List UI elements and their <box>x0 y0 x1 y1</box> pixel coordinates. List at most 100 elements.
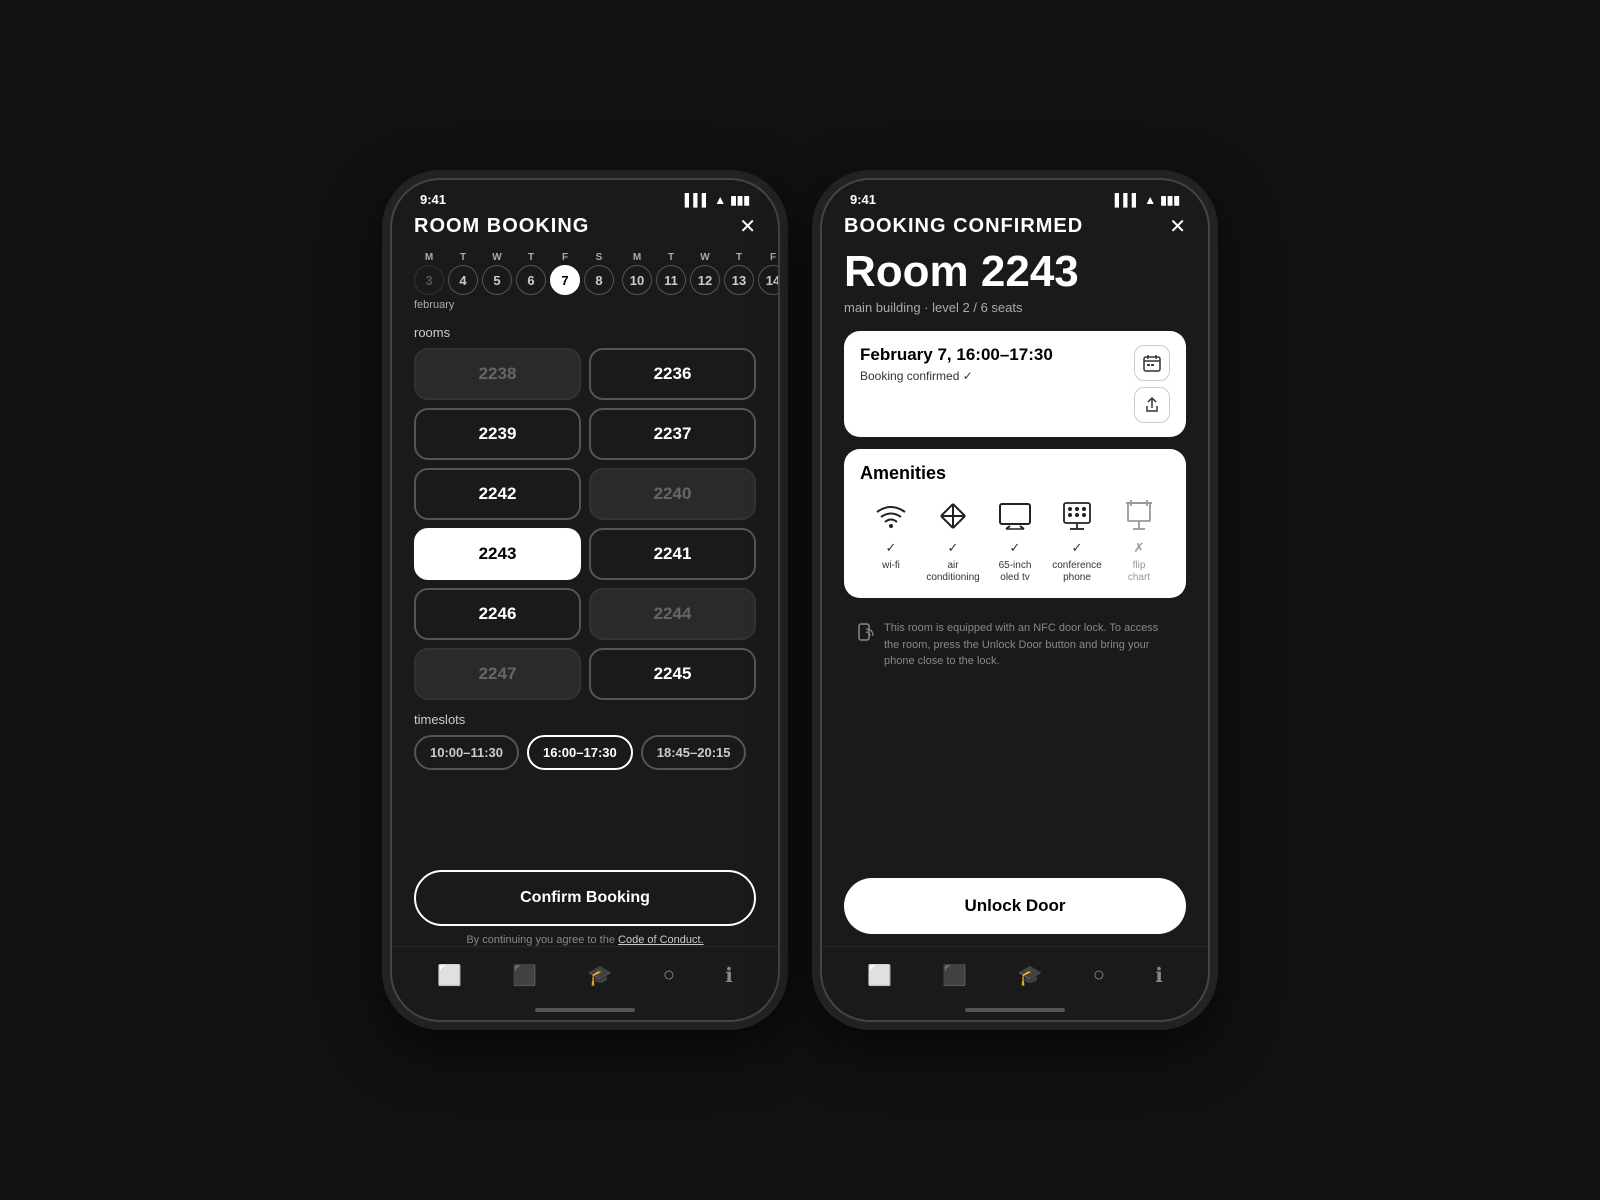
status-icons-1: ▌▌▌ ▲ ▮▮▮ <box>685 193 750 207</box>
bottom-nav-1: ⬜ ⬛ 🎓 ○ ℹ <box>392 946 778 1000</box>
amenities-card: Amenities ✓ wi-fi <box>844 449 1186 598</box>
bottom-nav-2: ⬜ ⬛ 🎓 ○ ℹ <box>822 946 1208 1000</box>
room-2243[interactable]: 2243 <box>414 528 581 580</box>
flipchart-label: flipchart <box>1128 560 1150 584</box>
spacer-2 <box>844 694 1186 878</box>
room-title: Room 2243 <box>844 248 1186 296</box>
close-button-1[interactable]: ✕ <box>739 217 756 237</box>
tv-check: ✓ <box>1010 540 1021 556</box>
ac-label: airconditioning <box>926 560 979 584</box>
cal-num-5[interactable]: 5 <box>482 265 512 295</box>
nav-cap-1[interactable]: 🎓 <box>582 957 619 994</box>
nav-browser-1[interactable]: ⬛ <box>506 957 543 994</box>
calendar-month: february <box>414 299 756 311</box>
tv-label: 65-incholed tv <box>999 560 1032 584</box>
room-2242[interactable]: 2242 <box>414 468 581 520</box>
booking-action-icons <box>1134 345 1170 423</box>
nfc-note: This room is equipped with an NFC door l… <box>844 610 1186 680</box>
home-bar-2 <box>965 1008 1065 1012</box>
room-2245[interactable]: 2245 <box>589 648 756 700</box>
cal-num-11[interactable]: 11 <box>656 265 686 295</box>
terms-link[interactable]: Code of Conduct. <box>618 934 704 946</box>
nav-square-1[interactable]: ⬜ <box>431 957 468 994</box>
ac-check: ✓ <box>948 540 959 556</box>
nav-check-1[interactable]: ○ <box>657 958 681 993</box>
cal-num-12[interactable]: 12 <box>690 265 720 295</box>
room-2241[interactable]: 2241 <box>589 528 756 580</box>
timeslot-1600[interactable]: 16:00–17:30 <box>527 735 633 770</box>
wifi-icon <box>875 496 907 536</box>
room-2240[interactable]: 2240 <box>589 468 756 520</box>
amenity-tv: ✓ 65-incholed tv <box>984 496 1046 584</box>
nav-info-1[interactable]: ℹ <box>719 957 739 994</box>
terms-text: By continuing you agree to the Code of C… <box>414 934 756 946</box>
cal-day-t4: T 4 <box>448 252 478 295</box>
status-icons-2: ▌▌▌ ▲ ▮▮▮ <box>1115 193 1180 207</box>
close-button-2[interactable]: ✕ <box>1169 217 1186 237</box>
signal-icon: ▌▌▌ <box>685 193 711 207</box>
status-bar-1: 9:41 ▌▌▌ ▲ ▮▮▮ <box>392 180 778 211</box>
phone-check: ✓ <box>1072 540 1083 556</box>
flipchart-icon <box>1126 496 1152 536</box>
battery-icon: ▮▮▮ <box>730 193 750 207</box>
amenities-title: Amenities <box>860 463 1170 484</box>
cal-num-13[interactable]: 13 <box>724 265 754 295</box>
cal-num-4[interactable]: 4 <box>448 265 478 295</box>
unlock-door-button[interactable]: Unlock Door <box>844 878 1186 934</box>
rooms-grid: 2238 2236 2239 2237 2242 2240 2243 2241 … <box>414 348 756 700</box>
screen2-content: BOOKING CONFIRMED ✕ Room 2243 main build… <box>822 211 1208 946</box>
cal-num-10[interactable]: 10 <box>622 265 652 295</box>
cal-day-t11: T 11 <box>656 252 686 295</box>
nav-check-2[interactable]: ○ <box>1087 958 1111 993</box>
room-2246[interactable]: 2246 <box>414 588 581 640</box>
cal-day-t13: T 13 <box>724 252 754 295</box>
cal-day-t6: T 6 <box>516 252 546 295</box>
tv-icon <box>998 496 1032 536</box>
room-subtitle: main building · level 2 / 6 seats <box>844 300 1186 315</box>
booking-datetime: February 7, 16:00–17:30 <box>860 345 1053 365</box>
nav-square-2[interactable]: ⬜ <box>861 957 898 994</box>
room-2239[interactable]: 2239 <box>414 408 581 460</box>
phone-confirmed: 9:41 ▌▌▌ ▲ ▮▮▮ BOOKING CONFIRMED ✕ Room … <box>820 178 1210 1022</box>
calendar-icon-btn[interactable] <box>1134 345 1170 381</box>
cal-day-w12: W 12 <box>690 252 720 295</box>
nfc-icon <box>854 622 874 652</box>
time-2: 9:41 <box>850 192 876 207</box>
cal-num-14[interactable]: 14 <box>758 265 778 295</box>
room-2247[interactable]: 2247 <box>414 648 581 700</box>
cal-day-s8: S 8 <box>584 252 614 295</box>
screen1-header: ROOM BOOKING ✕ <box>414 211 756 238</box>
timeslot-1000[interactable]: 10:00–11:30 <box>414 735 519 770</box>
amenity-flipchart: ✗ flipchart <box>1108 496 1170 584</box>
booking-info: February 7, 16:00–17:30 Booking confirme… <box>860 345 1053 383</box>
cal-num-3[interactable]: 3 <box>414 265 444 295</box>
room-2237[interactable]: 2237 <box>589 408 756 460</box>
cal-num-6[interactable]: 6 <box>516 265 546 295</box>
nav-browser-2[interactable]: ⬛ <box>936 957 973 994</box>
nav-info-2[interactable]: ℹ <box>1149 957 1169 994</box>
amenity-wifi: ✓ wi-fi <box>860 496 922 584</box>
cal-day-f7: F 7 <box>550 252 580 295</box>
confirm-booking-button[interactable]: Confirm Booking <box>414 870 756 926</box>
nav-cap-2[interactable]: 🎓 <box>1012 957 1049 994</box>
phones-container: 9:41 ▌▌▌ ▲ ▮▮▮ ROOM BOOKING ✕ M 3 <box>390 178 1210 1022</box>
room-2244[interactable]: 2244 <box>589 588 756 640</box>
timeslot-1845[interactable]: 18:45–20:15 <box>641 735 747 770</box>
cal-day-m3: M 3 <box>414 252 444 295</box>
booking-status: Booking confirmed ✓ <box>860 369 1053 383</box>
amenity-ac: ✓ airconditioning <box>922 496 984 584</box>
room-2238[interactable]: 2238 <box>414 348 581 400</box>
cal-num-7[interactable]: 7 <box>550 265 580 295</box>
signal-icon-2: ▌▌▌ <box>1115 193 1141 207</box>
share-icon-btn[interactable] <box>1134 387 1170 423</box>
conf-phone-icon <box>1062 496 1092 536</box>
wifi-status-icon: ▲ <box>714 193 726 207</box>
cal-day-f14: F 14 <box>758 252 778 295</box>
room-2236[interactable]: 2236 <box>589 348 756 400</box>
cal-num-8[interactable]: 8 <box>584 265 614 295</box>
booking-card: February 7, 16:00–17:30 Booking confirme… <box>844 331 1186 437</box>
cal-day-w5: W 5 <box>482 252 512 295</box>
wifi-check: ✓ <box>886 540 897 556</box>
wifi-label: wi-fi <box>882 560 900 572</box>
phone-booking: 9:41 ▌▌▌ ▲ ▮▮▮ ROOM BOOKING ✕ M 3 <box>390 178 780 1022</box>
